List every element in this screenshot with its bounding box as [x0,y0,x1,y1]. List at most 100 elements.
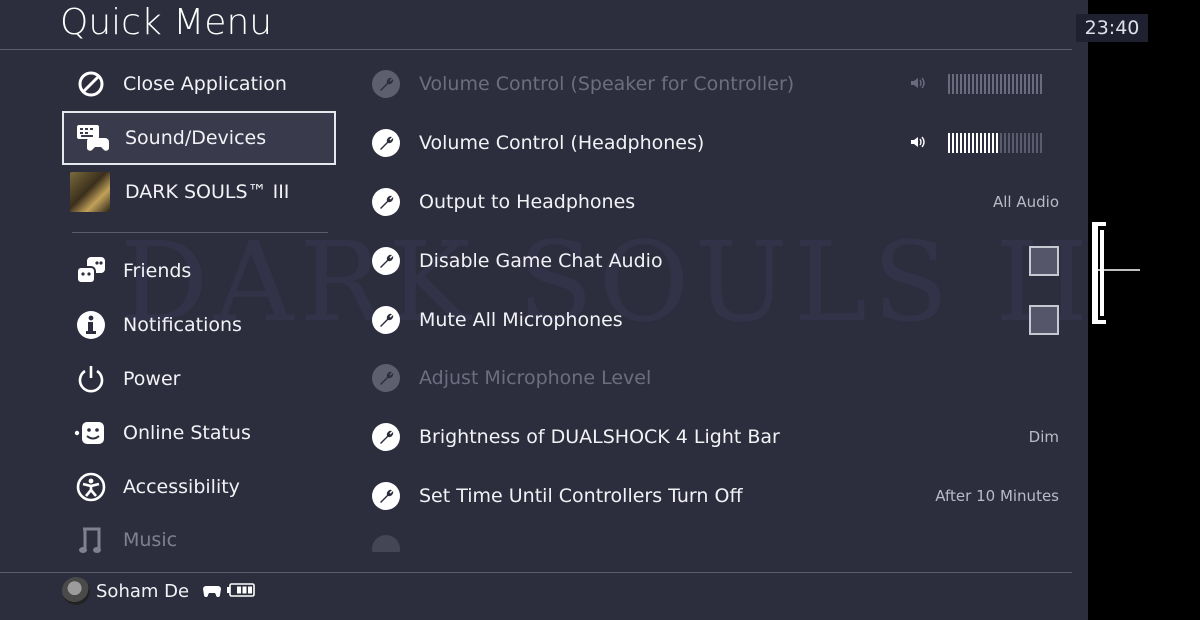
volume-bar [956,133,958,153]
volume-bar [956,74,958,94]
setting-label: Set Time Until Controllers Turn Off [419,485,743,507]
volume-bar [960,133,962,153]
setting-output-to-headphones[interactable]: Output to Headphones All Audio [372,173,1062,231]
setting-label: Disable Game Chat Audio [419,250,663,272]
volume-bar [1036,74,1038,94]
speaker-icon [910,75,926,94]
gamepad-icon [203,582,222,601]
volume-bar [968,74,970,94]
volume-bar [984,74,986,94]
volume-bar [976,133,978,153]
volume-bar [976,74,978,94]
menu-item-label: Close Application [123,73,287,95]
quick-menu-panel: DARK SOULS III Quick Menu Close Applicat… [0,0,1088,620]
battery-cell [242,586,247,593]
wrench-icon [372,188,400,216]
volume-bar [1024,74,1026,94]
volume-bar [972,133,974,153]
volume-bar [960,74,962,94]
menu-item-music[interactable]: Music [62,513,336,567]
setting-disable-game-chat-audio[interactable]: Disable Game Chat Audio [372,232,1062,290]
setting-controllers-turn-off[interactable]: Set Time Until Controllers Turn Off Afte… [372,467,1062,525]
volume-bar [1036,133,1038,153]
volume-bar [964,133,966,153]
setting-label: Adjust Microphone Level [419,367,652,389]
volume-bar [1028,74,1030,94]
setting-adjust-microphone-level: Adjust Microphone Level [372,349,1062,407]
volume-bar [1000,74,1002,94]
keyboard-controller-icon [76,121,110,155]
volume-bar [996,133,998,153]
screen: DARK SOULS III Quick Menu Close Applicat… [0,0,1200,620]
wrench-icon [372,482,400,510]
menu-item-label: Accessibility [123,476,240,498]
volume-bar [1004,133,1006,153]
game-logo-fragment [1092,222,1140,324]
info-icon [74,308,108,342]
prohibited-circle-icon [74,67,108,101]
avatar [62,577,90,605]
volume-bar [1024,133,1026,153]
volume-bar [952,74,954,94]
setting-light-bar-brightness[interactable]: Brightness of DUALSHOCK 4 Light Bar Dim [372,408,1062,466]
setting-label: Volume Control (Headphones) [419,132,705,154]
setting-volume-headphones[interactable]: Volume Control (Headphones) [372,114,1062,172]
setting-value: All Audio [993,193,1059,211]
setting-volume-speaker: Volume Control (Speaker for Controller) [372,55,1062,113]
online-status-icon [74,416,108,450]
wrench-icon [372,535,400,552]
volume-bar [964,74,966,94]
controller-status [203,582,255,601]
volume-bar [972,74,974,94]
volume-bar [1012,133,1014,153]
volume-bar [1028,133,1030,153]
volume-bar [1020,133,1022,153]
battery-cell [248,586,253,593]
mute-microphones-checkbox[interactable] [1029,305,1059,335]
volume-bar [948,133,950,153]
volume-bar [1032,74,1034,94]
menu-item-notifications[interactable]: Notifications [62,298,336,352]
volume-bar [992,74,994,94]
menu-item-label: DARK SOULS™ III [125,181,290,203]
menu-item-online-status[interactable]: Online Status [62,406,336,460]
menu-item-sound-devices[interactable]: Sound/Devices [62,111,336,165]
volume-bar [1004,74,1006,94]
menu-item-close-application[interactable]: Close Application [62,57,336,111]
volume-bar [948,74,950,94]
menu-item-accessibility[interactable]: Accessibility [62,460,336,514]
volume-bars [948,74,1042,94]
friends-icon [74,254,108,288]
menu-item-label: Sound/Devices [125,127,267,149]
battery-cell [237,586,242,593]
volume-bar [984,133,986,153]
menu-item-power[interactable]: Power [62,352,336,406]
setting-label: Mute All Microphones [419,309,623,331]
setting-value: After 10 Minutes [935,487,1059,505]
setting-mute-all-microphones[interactable]: Mute All Microphones [372,291,1062,349]
accessibility-icon [74,470,108,504]
setting-value: Dim [1028,428,1059,446]
wrench-icon [372,364,400,392]
setting-label: Output to Headphones [419,191,636,213]
clock: 23:40 [1076,14,1148,42]
header-divider [0,49,1072,50]
menu-item-label: Online Status [123,422,251,444]
volume-bar [1016,133,1018,153]
volume-bar [1016,74,1018,94]
volume-bar [1040,74,1042,94]
menu-item-friends[interactable]: Friends [62,244,336,298]
volume-slider[interactable] [910,133,1042,153]
battery-icon [227,582,255,601]
volume-bar [988,74,990,94]
volume-bars [948,133,1042,153]
disable-game-chat-checkbox[interactable] [1029,246,1059,276]
menu-item-label: Power [123,368,181,390]
volume-slider [910,74,1042,94]
wrench-icon [372,247,400,275]
username: Soham De [96,580,190,602]
volume-bar [980,133,982,153]
volume-bar [952,133,954,153]
menu-item-dark-souls-iii[interactable]: DARK SOULS™ III [62,165,336,219]
footer-divider [0,572,1072,573]
